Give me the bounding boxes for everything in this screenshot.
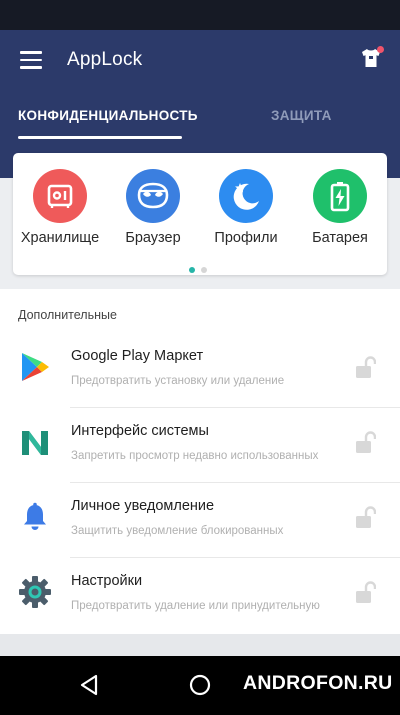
unlock-icon[interactable] <box>354 430 377 456</box>
app-description: Защитить уведомление блокированных <box>71 525 284 537</box>
quick-action-label: Браузер <box>125 230 181 246</box>
quick-action-label: Профили <box>214 230 278 246</box>
page-indicator <box>189 260 213 278</box>
moon-star-icon <box>219 169 273 223</box>
vault-icon <box>33 169 87 223</box>
quick-action-label: Батарея <box>312 230 368 246</box>
watermark: ANDROFON.RU <box>241 669 397 697</box>
quick-action-vault[interactable]: Хранилище <box>20 169 100 246</box>
mask-icon <box>126 169 180 223</box>
settings-gear-icon <box>18 575 52 609</box>
app-description: Предотвратить установку или удаление <box>71 375 285 387</box>
google-play-icon <box>18 350 52 384</box>
list-item[interactable]: Google Play Маркет Предотвратить установ… <box>0 333 400 408</box>
list-item[interactable]: Интерфейс системы Запретить просмотр нед… <box>0 408 400 483</box>
app-name: Google Play Маркет <box>71 348 204 364</box>
theme-shirt-icon[interactable] <box>360 46 384 69</box>
toolbar: AppLock <box>0 30 400 90</box>
quick-action-label: Хранилище <box>20 230 100 246</box>
unlock-icon[interactable] <box>354 580 377 606</box>
navigation-bar: ANDROFON.RU <box>0 656 400 715</box>
quick-actions-card: Хранилище Браузер Профили Батарея <box>13 153 387 275</box>
quick-action-battery[interactable]: Батарея <box>300 169 380 246</box>
page-dot-active <box>189 267 195 273</box>
status-bar <box>0 0 400 30</box>
app-list: Дополнительные Google Play Маркет Предот… <box>0 289 400 634</box>
bell-icon <box>18 500 52 534</box>
app-name: Личное уведомление <box>71 498 215 514</box>
quick-action-browser[interactable]: Браузер <box>113 169 193 246</box>
list-item[interactable]: Личное уведомление Защитить уведомление … <box>0 483 400 558</box>
tabs: КОНФИДЕНЦИАЛЬНОСТЬ ЗАЩИТА <box>0 102 400 142</box>
page-dot <box>201 267 207 273</box>
hamburger-menu-icon[interactable] <box>20 51 42 69</box>
tab-protection[interactable]: ЗАЩИТА <box>271 108 332 123</box>
tab-privacy[interactable]: КОНФИДЕНЦИАЛЬНОСТЬ <box>18 108 198 123</box>
battery-icon <box>313 169 367 223</box>
section-title: Дополнительные <box>18 308 117 322</box>
android-n-icon <box>18 425 52 459</box>
app-name: Интерфейс системы <box>71 423 209 439</box>
back-icon[interactable] <box>79 674 99 701</box>
quick-action-profiles[interactable]: Профили <box>206 169 286 246</box>
app-name: Настройки <box>71 573 143 589</box>
list-footer <box>0 634 400 656</box>
list-item[interactable]: Настройки Предотвратить удаление или при… <box>0 558 400 633</box>
app-description: Запретить просмотр недавно использованны… <box>71 450 319 462</box>
app-title: AppLock <box>67 49 143 70</box>
unlock-icon[interactable] <box>354 355 377 381</box>
notification-dot <box>377 46 384 53</box>
app-description: Предотвратить удаление или принудительну… <box>71 600 320 612</box>
unlock-icon[interactable] <box>354 505 377 531</box>
tab-indicator <box>18 136 182 139</box>
home-icon[interactable] <box>189 674 211 701</box>
